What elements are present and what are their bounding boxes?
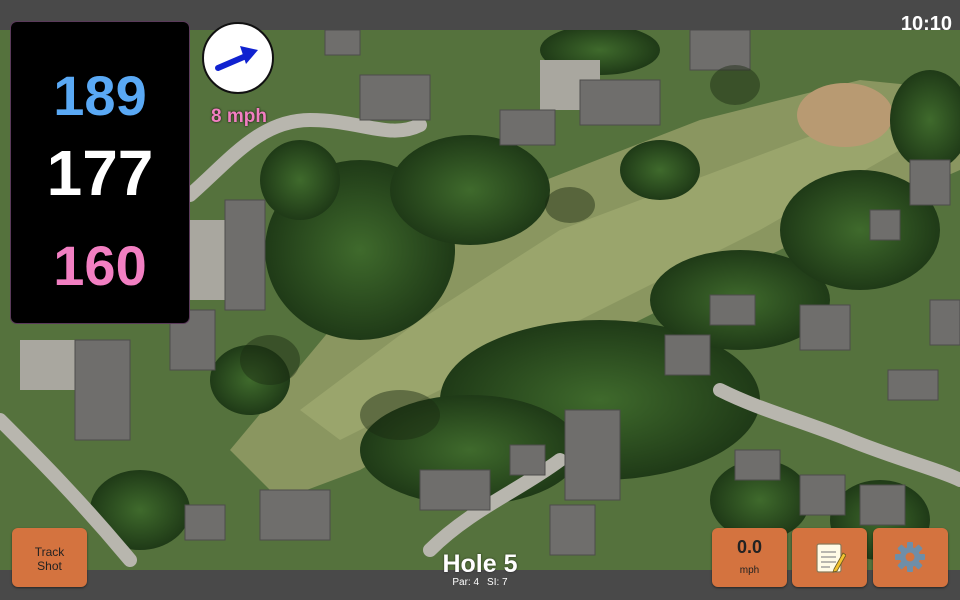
speed-button[interactable]: 0.0 mph (712, 528, 787, 587)
distance-panel: 189 177 160 (11, 22, 189, 323)
gear-icon (895, 542, 925, 572)
wind-arrow-icon (215, 46, 258, 71)
wind-speed: 8 mph (211, 106, 267, 127)
track-shot-label: Track Shot (34, 545, 65, 573)
distance-back: 189 (53, 64, 147, 127)
speed-unit: mph (739, 565, 760, 576)
speed-value: 0.0 (736, 537, 763, 557)
distance-middle: 177 (46, 137, 154, 209)
hole-par: Par: 4 (452, 577, 480, 588)
notes-button[interactable] (792, 528, 867, 587)
track-shot-button[interactable]: Track Shot (12, 528, 87, 587)
distance-front: 160 (53, 234, 147, 297)
settings-button[interactable] (873, 528, 948, 587)
notepad-icon (816, 543, 846, 573)
wind-indicator (202, 22, 274, 94)
hole-stroke-index: SI: 7 (487, 577, 508, 588)
